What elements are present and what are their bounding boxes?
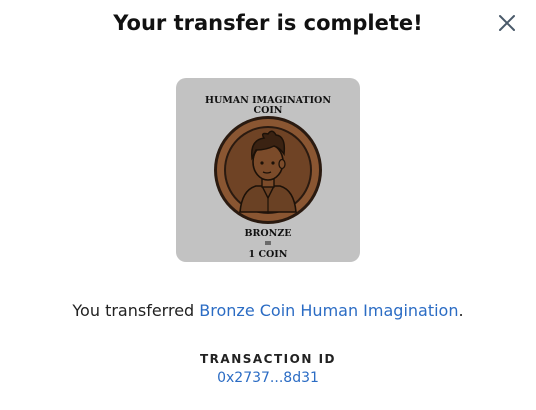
close-icon	[499, 15, 515, 31]
modal-title: Your transfer is complete!	[113, 11, 423, 35]
transfer-message: You transferred Bronze Coin Human Imagin…	[0, 298, 536, 324]
transaction-id-container: 0x2737...8d31	[0, 370, 536, 386]
transfer-complete-modal: Your transfer is complete! HUMAN IMAGINA…	[0, 0, 536, 410]
transaction-id-link[interactable]: 0x2737...8d31	[217, 370, 319, 386]
item-link[interactable]: Bronze Coin Human Imagination	[199, 301, 458, 320]
close-button[interactable]	[497, 13, 517, 33]
coin-image: HUMAN IMAGINATION COIN BRONZE = 1 COIN	[176, 78, 360, 262]
transaction-id-label: TRANSACTION ID	[200, 352, 336, 366]
coin-bottom-text-line-3: 1 COIN	[249, 249, 288, 260]
message-suffix: .	[458, 301, 464, 320]
coin-top-text-line-2: COIN	[254, 105, 283, 116]
message-prefix: You transferred	[72, 301, 200, 320]
coin-bottom-text-line-2: =	[264, 238, 272, 249]
coin-illustration	[214, 116, 322, 224]
